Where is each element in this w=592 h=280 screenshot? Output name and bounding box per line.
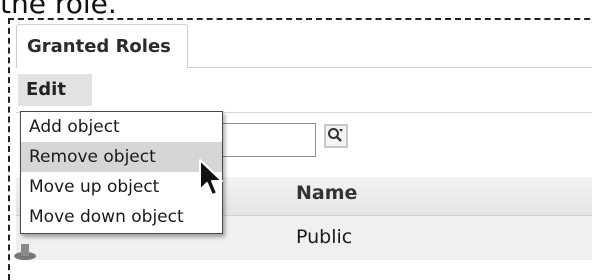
tab-granted-roles[interactable]: Granted Roles — [16, 24, 188, 68]
mouse-cursor-icon — [199, 159, 223, 196]
column-header-name[interactable]: Name — [296, 182, 357, 204]
tab-strip-divider — [188, 67, 592, 68]
search-icon[interactable] — [324, 124, 348, 148]
menu-item-move-up-object[interactable]: Move up object — [21, 172, 222, 202]
menu-item-remove-object[interactable]: Remove object — [21, 142, 222, 172]
menu-item-add-object[interactable]: Add object — [21, 112, 222, 142]
menu-item-move-down-object[interactable]: Move down object — [21, 202, 222, 232]
edit-menu-button[interactable]: Edit — [18, 74, 92, 106]
role-icon — [14, 244, 36, 260]
role-name-cell[interactable]: Public — [296, 226, 352, 248]
edit-dropdown-menu: Add object Remove object Move up object … — [20, 111, 223, 234]
search-input[interactable] — [210, 123, 316, 157]
